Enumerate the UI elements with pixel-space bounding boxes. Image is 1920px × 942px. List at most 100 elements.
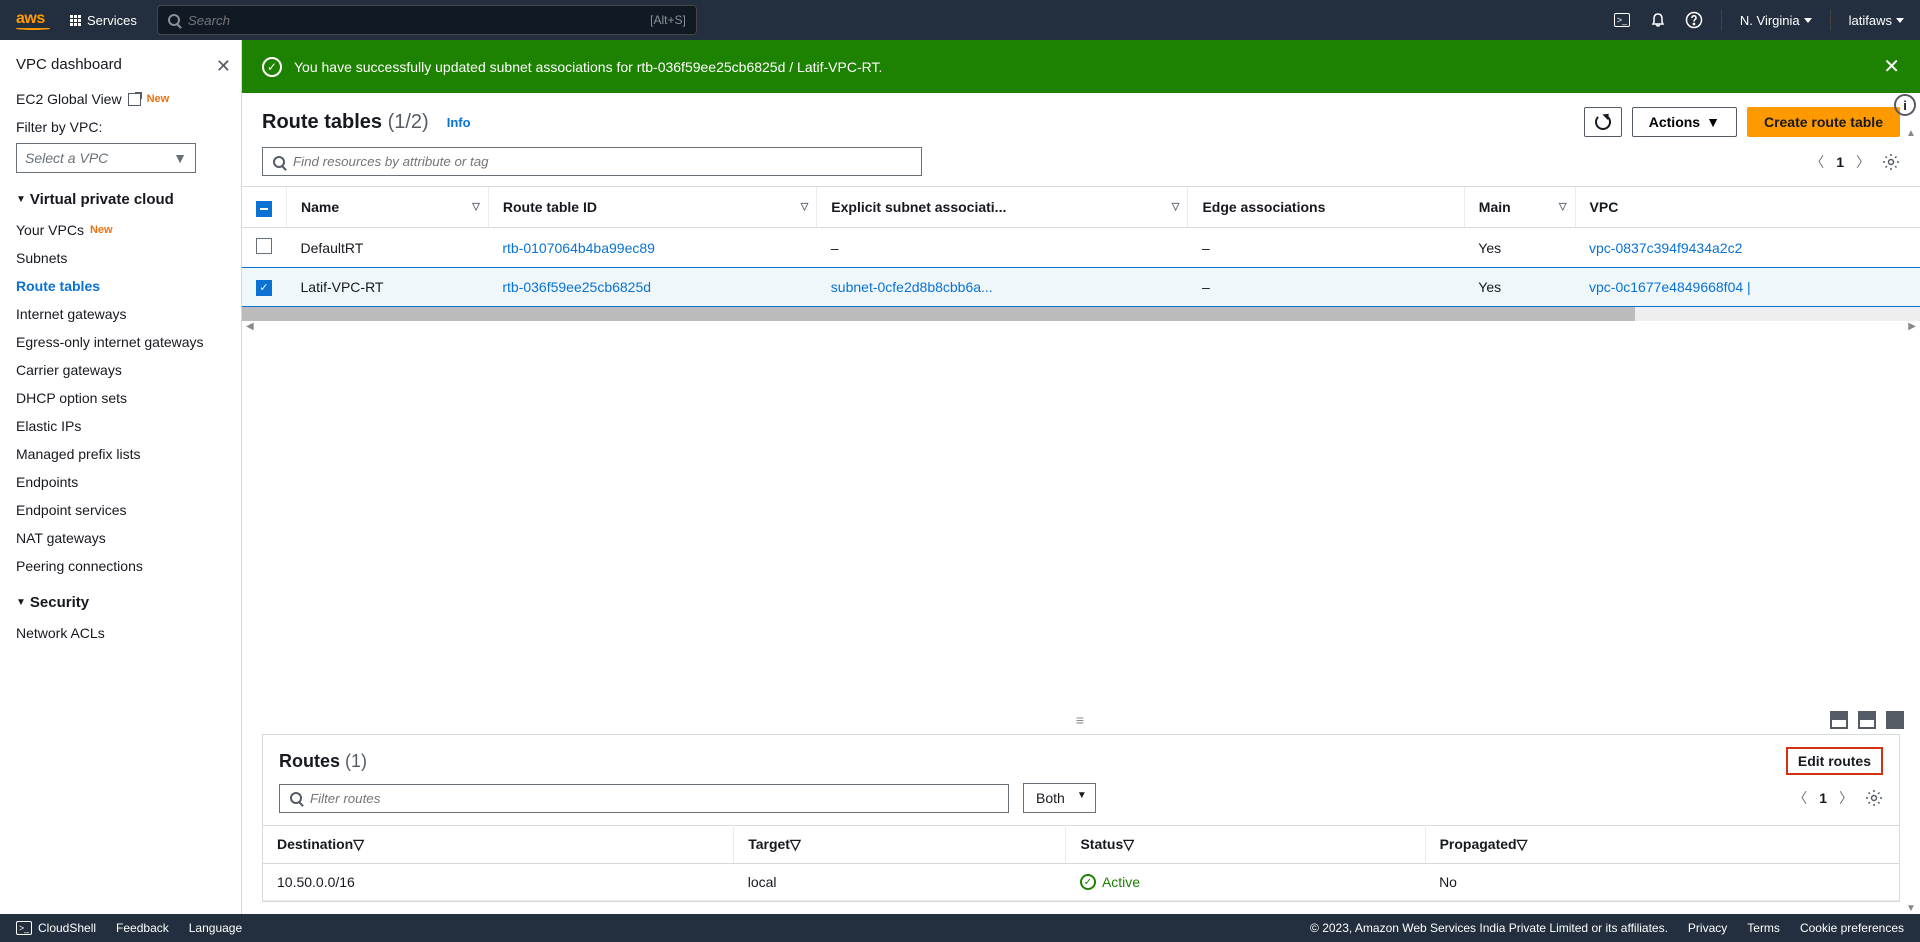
col-propagated[interactable]: Propagated▽ bbox=[1425, 826, 1899, 864]
refresh-icon bbox=[1595, 114, 1611, 130]
route-tables-table: Name▽ Route table ID▽ Explicit subnet as… bbox=[242, 187, 1920, 307]
row-checkbox[interactable] bbox=[256, 238, 272, 254]
status-active: ✓Active bbox=[1080, 874, 1411, 890]
language-link[interactable]: Language bbox=[189, 921, 242, 935]
content-area: ✓ You have successfully updated subnet a… bbox=[242, 40, 1920, 914]
info-link[interactable]: Info bbox=[447, 115, 471, 130]
prev-page-icon[interactable]: 〈 bbox=[1810, 152, 1824, 172]
col-vpc[interactable]: VPC bbox=[1575, 187, 1920, 228]
table-row[interactable]: ✓ Latif-VPC-RT rtb-036f59ee25cb6825d sub… bbox=[242, 268, 1920, 307]
banner-close-icon[interactable]: ✕ bbox=[1883, 54, 1900, 79]
prev-page-icon[interactable]: 〈 bbox=[1793, 788, 1807, 808]
next-page-icon[interactable]: 〉 bbox=[1856, 152, 1870, 172]
sidebar-item-dhcp[interactable]: DHCP option sets bbox=[16, 384, 241, 412]
terms-link[interactable]: Terms bbox=[1747, 921, 1780, 935]
sidebar: ✕ VPC dashboard EC2 Global View New Filt… bbox=[0, 40, 242, 914]
page-number: 1 bbox=[1836, 154, 1844, 170]
vpc-dashboard-link[interactable]: VPC dashboard bbox=[16, 56, 241, 73]
route-table-id-link[interactable]: rtb-0107064b4ba99ec89 bbox=[502, 240, 655, 256]
sidebar-item-managed-prefix-lists[interactable]: Managed prefix lists bbox=[16, 440, 241, 468]
refresh-button[interactable] bbox=[1584, 107, 1622, 137]
route-row: 10.50.0.0/16 local ✓Active No bbox=[263, 864, 1899, 901]
sidebar-item-peering[interactable]: Peering connections bbox=[16, 552, 241, 580]
top-nav: aws Services [Alt+S] >_ N. Virginia lati… bbox=[0, 0, 1920, 40]
search-kbd-hint: [Alt+S] bbox=[650, 13, 686, 27]
route-table-id-link[interactable]: rtb-036f59ee25cb6825d bbox=[502, 279, 651, 295]
col-main[interactable]: Main▽ bbox=[1464, 187, 1575, 228]
sidebar-item-subnets[interactable]: Subnets bbox=[16, 244, 241, 272]
sidebar-item-nat-gateways[interactable]: NAT gateways bbox=[16, 524, 241, 552]
col-edge-assoc[interactable]: Edge associations bbox=[1188, 187, 1464, 228]
filter-by-vpc-label: Filter by VPC: bbox=[16, 119, 241, 135]
sidebar-item-egress-only-igw[interactable]: Egress-only internet gateways bbox=[16, 328, 241, 356]
col-target[interactable]: Target▽ bbox=[734, 826, 1066, 864]
feedback-link[interactable]: Feedback bbox=[116, 921, 169, 935]
col-subnet-assoc[interactable]: Explicit subnet associati...▽ bbox=[817, 187, 1188, 228]
copyright-text: © 2023, Amazon Web Services India Privat… bbox=[1310, 921, 1668, 935]
global-search[interactable]: [Alt+S] bbox=[157, 5, 697, 35]
actions-button[interactable]: Actions▼ bbox=[1632, 107, 1737, 137]
aws-logo[interactable]: aws bbox=[16, 10, 50, 30]
vpc-link[interactable]: vpc-0837c394f9434a2c2 bbox=[1589, 240, 1742, 256]
grid-icon bbox=[70, 15, 81, 26]
cookie-preferences-link[interactable]: Cookie preferences bbox=[1800, 921, 1904, 935]
services-menu[interactable]: Services bbox=[62, 9, 145, 32]
banner-message: You have successfully updated subnet ass… bbox=[294, 59, 882, 75]
check-icon: ✓ bbox=[1080, 874, 1096, 890]
horizontal-scrollbar[interactable] bbox=[242, 307, 1920, 321]
vertical-scrollbar[interactable]: ▲▼ bbox=[1902, 128, 1920, 914]
external-link-icon bbox=[128, 93, 141, 106]
sidebar-item-your-vpcs[interactable]: Your VPCs New bbox=[16, 216, 241, 244]
success-banner: ✓ You have successfully updated subnet a… bbox=[242, 40, 1920, 93]
page-number: 1 bbox=[1819, 790, 1827, 806]
routes-scope-select[interactable]: Both bbox=[1023, 783, 1096, 813]
sidebar-item-carrier-gateways[interactable]: Carrier gateways bbox=[16, 356, 241, 384]
routes-table: Destination▽ Target▽ Status▽ Propagated▽… bbox=[263, 825, 1899, 901]
search-input[interactable] bbox=[188, 13, 642, 28]
search-icon bbox=[290, 792, 302, 804]
sidebar-item-elastic-ips[interactable]: Elastic IPs bbox=[16, 412, 241, 440]
bell-icon[interactable] bbox=[1649, 11, 1667, 29]
select-vpc-dropdown[interactable]: Select a VPC▼ bbox=[16, 143, 196, 173]
close-icon[interactable]: ✕ bbox=[216, 56, 231, 77]
footer: >_CloudShell Feedback Language © 2023, A… bbox=[0, 914, 1920, 942]
cloudshell-button[interactable]: >_CloudShell bbox=[16, 921, 96, 935]
col-name[interactable]: Name▽ bbox=[287, 187, 489, 228]
sidebar-item-route-tables[interactable]: Route tables bbox=[16, 272, 241, 300]
edit-routes-button[interactable]: Edit routes bbox=[1786, 747, 1883, 775]
create-route-table-button[interactable]: Create route table bbox=[1747, 107, 1900, 137]
info-panel-toggle-icon[interactable]: i bbox=[1894, 94, 1916, 116]
user-menu[interactable]: latifaws bbox=[1849, 13, 1904, 28]
ec2-global-view-link[interactable]: EC2 Global View New bbox=[16, 85, 241, 113]
select-all-checkbox[interactable] bbox=[256, 201, 272, 217]
table-row[interactable]: DefaultRT rtb-0107064b4ba99ec89 – – Yes … bbox=[242, 228, 1920, 268]
search-icon bbox=[168, 14, 180, 26]
layout-bottom-icon[interactable] bbox=[1830, 711, 1848, 729]
cloudshell-icon[interactable]: >_ bbox=[1613, 11, 1631, 29]
settings-gear-icon[interactable] bbox=[1882, 153, 1900, 171]
vpc-link[interactable]: vpc-0c1677e4849668f04 | bbox=[1589, 279, 1751, 295]
col-destination[interactable]: Destination▽ bbox=[263, 826, 734, 864]
cloudshell-icon: >_ bbox=[16, 921, 32, 935]
row-checkbox[interactable]: ✓ bbox=[256, 280, 272, 296]
sidebar-item-network-acls[interactable]: Network ACLs bbox=[16, 619, 241, 647]
col-status[interactable]: Status▽ bbox=[1066, 826, 1425, 864]
col-route-table-id[interactable]: Route table ID▽ bbox=[488, 187, 816, 228]
sidebar-item-endpoints[interactable]: Endpoints bbox=[16, 468, 241, 496]
search-icon bbox=[273, 156, 285, 168]
subnet-link[interactable]: subnet-0cfe2d8b8cbb6a... bbox=[831, 279, 993, 295]
settings-gear-icon[interactable] bbox=[1865, 789, 1883, 807]
split-handle[interactable] bbox=[242, 710, 1920, 730]
filter-routes-input[interactable] bbox=[279, 784, 1009, 813]
help-icon[interactable] bbox=[1685, 11, 1703, 29]
sidebar-item-internet-gateways[interactable]: Internet gateways bbox=[16, 300, 241, 328]
region-selector[interactable]: N. Virginia bbox=[1740, 13, 1812, 28]
privacy-link[interactable]: Privacy bbox=[1688, 921, 1727, 935]
routes-detail-panel: Routes (1) Edit routes Both 〈 1 〉 bbox=[262, 734, 1900, 902]
sidebar-item-endpoint-services[interactable]: Endpoint services bbox=[16, 496, 241, 524]
next-page-icon[interactable]: 〉 bbox=[1839, 788, 1853, 808]
vpc-section-header[interactable]: Virtual private cloud bbox=[16, 191, 241, 208]
layout-top-icon[interactable] bbox=[1858, 711, 1876, 729]
security-section-header[interactable]: Security bbox=[16, 594, 241, 611]
filter-resources-input[interactable] bbox=[262, 147, 922, 176]
